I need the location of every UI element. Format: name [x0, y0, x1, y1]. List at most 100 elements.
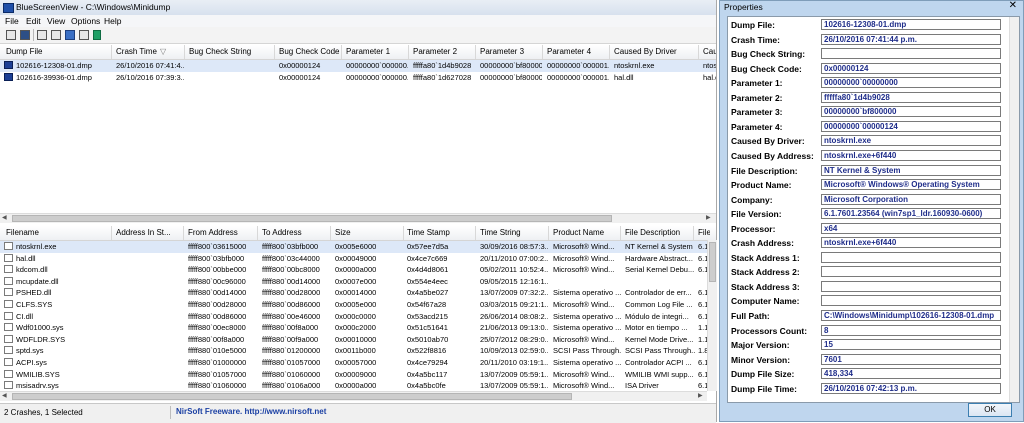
property-value[interactable]: C:\Windows\Minidump\102616-12308-01.dmp [821, 310, 1001, 321]
driver-row[interactable]: CLFS.SYS fffff880`00d28000 fffff880`00d860… [0, 299, 716, 311]
property-value[interactable]: 6.1.7601.23564 (win7sp1_ldr.160930-0600) [821, 208, 1001, 220]
driver-list-vscrollbar[interactable] [707, 240, 717, 391]
property-row: File Description: NT Kernel & System [728, 164, 1019, 179]
crash-list-hscrollbar[interactable]: ◀ ▶ [0, 213, 716, 223]
html-report-icon[interactable] [37, 30, 47, 40]
driver-row[interactable]: ntoskrnl.exe fffff800`03615000 fffff800`03… [0, 241, 716, 253]
col-parameter-4[interactable]: Parameter 4 [547, 47, 609, 56]
property-value[interactable] [821, 251, 1001, 263]
driver-row[interactable]: PSHED.dll fffff880`00d14000 fffff880`00d28… [0, 287, 716, 299]
driver-row[interactable]: ACPI.sys fffff880`01000000 fffff880`010570… [0, 357, 716, 369]
property-value[interactable]: ntoskrnl.exe [821, 135, 1001, 147]
driver-list-hscroll-thumb[interactable] [12, 393, 572, 400]
col-bug-check-code[interactable]: Bug Check Code [279, 47, 341, 56]
col-file-version[interactable]: File [698, 228, 710, 237]
col-crash-time[interactable]: Crash Time [116, 47, 184, 56]
cell-file-version: 6.1.7 [698, 242, 707, 251]
driver-row[interactable]: kdcom.dll fffff800`00bbe000 fffff800`00bc8… [0, 264, 716, 276]
driver-row[interactable]: CI.dll fffff880`00d86000 fffff880`00e46000… [0, 311, 716, 323]
ok-button[interactable]: OK [968, 403, 1012, 417]
property-value[interactable] [821, 280, 1001, 292]
col-time-string[interactable]: Time String [480, 228, 548, 237]
property-value[interactable]: 418,334 [821, 368, 1001, 380]
property-value[interactable]: 26/10/2016 07:42:13 p.m. [821, 382, 1001, 394]
col-to-address[interactable]: To Address [262, 228, 332, 237]
col-address-in-stack[interactable]: Address In St... [116, 228, 182, 237]
cell-size: 0x000c2000 [335, 323, 376, 333]
property-value[interactable] [821, 266, 1001, 278]
property-value[interactable] [821, 48, 1001, 60]
col-parameter-1[interactable]: Parameter 1 [346, 47, 408, 56]
scroll-right-icon[interactable]: ▶ [698, 392, 703, 399]
driver-list-hscrollbar[interactable]: ◀ ▶ [0, 391, 707, 401]
cell-dump-file: 102616-39936-01.dmp [16, 73, 92, 82]
crash-row[interactable]: 102616-39936-01.dmp 26/10/2016 07:39:3..… [0, 72, 716, 84]
property-row: Caused By Driver: ntoskrnl.exe [728, 134, 1019, 149]
menu-options[interactable]: Options [71, 16, 100, 26]
properties-vscrollbar[interactable] [1009, 17, 1019, 402]
driver-row[interactable]: sptd.sys fffff880`010e5000 fffff880`012000… [0, 345, 716, 357]
property-value[interactable]: Microsoft® Windows® Operating System [821, 179, 1001, 191]
col-parameter-2[interactable]: Parameter 2 [413, 47, 475, 56]
property-value[interactable]: 00000000`00000124 [821, 120, 1001, 132]
menu-help[interactable]: Help [104, 16, 121, 26]
property-value[interactable]: 8 [821, 324, 1001, 336]
menu-edit[interactable]: Edit [26, 16, 41, 26]
driver-row[interactable]: hal.dll fffff800`03bfb000 fffff800`03c4400… [0, 253, 716, 265]
driver-file-icon [4, 369, 13, 378]
properties-icon[interactable] [6, 30, 16, 40]
property-value[interactable]: x64 [821, 222, 1001, 234]
col-time-stamp[interactable]: Time Stamp [407, 228, 475, 237]
exit-icon[interactable] [93, 30, 101, 40]
property-value[interactable]: NT Kernel & System [821, 164, 1001, 176]
driver-list-vscroll-thumb[interactable] [709, 242, 716, 282]
driver-row[interactable]: WMILIB.SYS fffff880`01057000 fffff880`0106… [0, 369, 716, 381]
crash-row[interactable]: 102616-12308-01.dmp 26/10/2016 07:41:4..… [0, 60, 716, 72]
main-titlebar[interactable]: BlueScreenView - C:\Windows\Minidump [0, 0, 716, 16]
property-value[interactable]: fffffa80`1d4b9028 [821, 91, 1001, 103]
property-value[interactable]: 0x00000124 [821, 62, 1001, 74]
col-product-name[interactable]: Product Name [553, 228, 621, 237]
save-icon[interactable] [20, 30, 30, 40]
cell-from-address: fffff800`00bbe000 [188, 265, 247, 275]
property-value[interactable]: 00000000`00000000 [821, 77, 1001, 89]
property-value[interactable]: ntoskrnl.exe+6f440 [821, 237, 1001, 249]
scroll-left-icon[interactable]: ◀ [2, 392, 7, 399]
col-parameter-3[interactable]: Parameter 3 [480, 47, 542, 56]
property-row: Bug Check Code: 0x00000124 [728, 62, 1019, 77]
col-caused-by-address[interactable]: Caus [703, 47, 716, 56]
property-value[interactable]: 102616-12308-01.dmp [821, 19, 1001, 30]
menu-view[interactable]: View [47, 16, 65, 26]
driver-row[interactable]: WDFLDR.SYS fffff880`00f8a000 fffff880`00f9… [0, 334, 716, 346]
col-from-address[interactable]: From Address [188, 228, 258, 237]
property-value[interactable] [821, 295, 1001, 307]
nirsoft-link[interactable]: NirSoft Freeware. http://www.nirsoft.net [176, 407, 326, 416]
cell-file-version: 1.11. [698, 334, 707, 344]
copy-files-icon[interactable] [65, 30, 75, 40]
toolbar [0, 27, 716, 44]
cell-time-string: 03/03/2015 09:21:1... [480, 300, 548, 309]
menu-file[interactable]: File [5, 16, 19, 26]
property-value[interactable]: 00000000`bf800000 [821, 106, 1001, 118]
driver-row[interactable]: Wdf01000.sys fffff880`00ec8000 fffff880`00… [0, 322, 716, 334]
properties-titlebar[interactable]: Properties ✕ [720, 0, 1023, 14]
scroll-right-icon[interactable]: ▶ [706, 214, 711, 221]
property-value[interactable]: ntoskrnl.exe+6f440 [821, 149, 1001, 161]
col-size[interactable]: Size [335, 228, 403, 237]
col-bug-check-string[interactable]: Bug Check String [189, 47, 275, 56]
col-caused-by-driver[interactable]: Caused By Driver [614, 47, 698, 56]
close-icon[interactable]: ✕ [1009, 0, 1017, 11]
property-value[interactable]: 26/10/2016 07:41:44 p.m. [821, 33, 1001, 45]
driver-row[interactable]: mcupdate.dll fffff880`00c96000 fffff880`00… [0, 276, 716, 288]
cell-size: 0x00049000 [335, 253, 377, 263]
property-value[interactable]: 7601 [821, 353, 1001, 365]
property-value[interactable]: Microsoft Corporation [821, 193, 1001, 205]
refresh-icon[interactable] [79, 30, 89, 40]
col-file-description[interactable]: File Description [625, 228, 695, 237]
col-filename[interactable]: Filename [6, 228, 110, 237]
copy-icon[interactable] [51, 30, 61, 40]
crash-list-hscroll-thumb[interactable] [12, 215, 612, 222]
scroll-left-icon[interactable]: ◀ [2, 214, 7, 221]
property-value[interactable]: 15 [821, 339, 1001, 351]
col-dump-file[interactable]: Dump File [6, 47, 110, 56]
